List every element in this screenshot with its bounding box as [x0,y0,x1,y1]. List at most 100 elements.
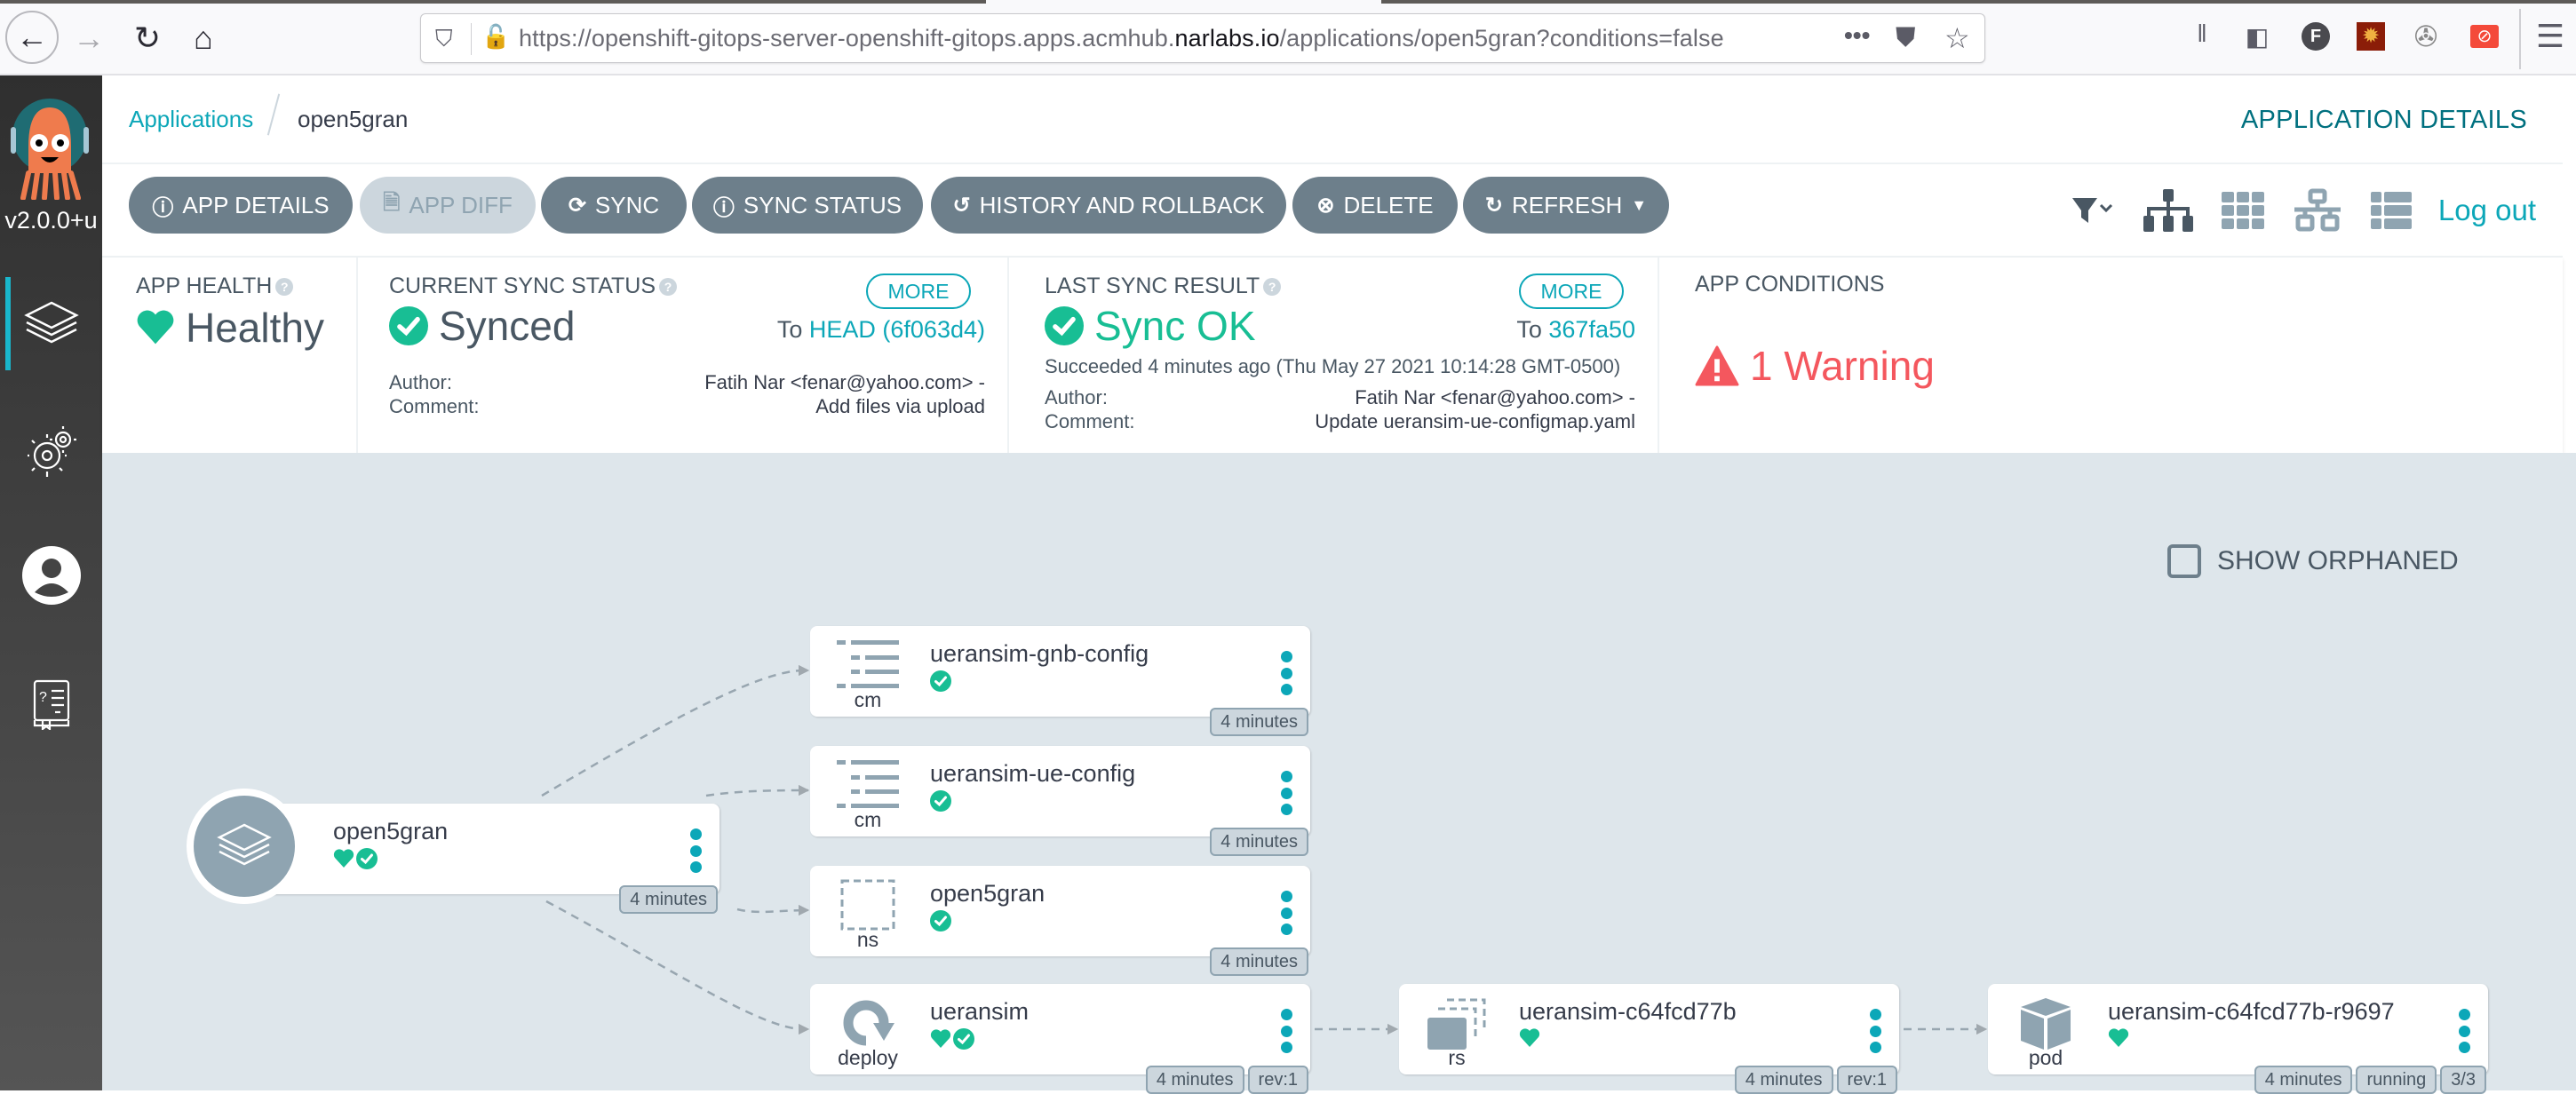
heart-icon [137,310,174,345]
node-kind: cm [854,688,882,711]
list-view-icon[interactable] [2369,190,2413,231]
show-orphaned-label: SHOW ORPHANED [2217,546,2459,575]
refresh-button[interactable]: ↻ REFRESH ▼ [1463,177,1669,234]
node-tags: 4 minutes [1210,828,1308,856]
comment-value: Add files via upload [815,395,985,417]
reload-button[interactable]: ↻ [124,15,171,61]
heart-icon [333,849,354,868]
tracking-shield-icon[interactable]: ⛉ [435,25,457,52]
last-sync-target: To 367fa50 [1516,316,1635,343]
node-menu-button[interactable] [1278,771,1294,815]
sidebar-item-applications[interactable] [0,277,102,370]
logout-link[interactable]: Log out [2438,194,2536,227]
check-circle-icon [930,790,951,812]
check-circle-icon [953,1028,974,1050]
extension-video-blocked-icon[interactable]: ⊘ [2468,20,2501,53]
pods-view-icon[interactable] [2220,190,2266,231]
extension-f-icon[interactable]: F [2299,20,2333,53]
page-actions-menu[interactable]: ••• [1844,21,1870,50]
forward-button[interactable]: → [66,15,112,61]
extension-sun-icon[interactable]: ✹ [2354,20,2388,53]
node-menu-button[interactable] [1278,1009,1294,1053]
revision-tag: rev:1 [1836,1066,1897,1094]
author-value: Fatih Nar <fenar@yahoo.com> - [1355,386,1635,408]
show-orphaned-toggle[interactable]: SHOW ORPHANED [2167,544,2459,578]
node-tags: 4 minutes rev:1 [1734,1066,1897,1094]
sync-status: Synced [389,302,575,350]
sidebar-item-settings[interactable] [0,404,102,497]
check-circle-icon [930,910,951,931]
breadcrumb-applications[interactable]: Applications [129,106,253,133]
resource-node-pod[interactable]: pod ueransim-c64fcd77b-r9697 4 minutes ru… [1988,984,2488,1094]
age-tag: 4 minutes [2254,1066,2353,1094]
app-conditions-section: APP CONDITIONS 1 Warning [1659,258,2281,453]
node-status [930,790,951,812]
node-menu-button[interactable] [1278,891,1294,935]
sync-status-button[interactable]: ⓘ SYNC STATUS [692,177,923,234]
check-circle-icon [930,670,951,692]
help-icon[interactable]: ? [275,278,294,297]
sidebar-item-user-info[interactable] [0,528,102,622]
pocket-icon[interactable]: ⛊ [1896,23,1916,53]
insecure-lock-icon[interactable]: 🔓 [481,23,510,51]
replicaset-icon [1417,996,1497,1050]
argo-logo[interactable] [9,93,91,201]
app-diff-button[interactable]: 🗎 APP DIFF [360,177,536,234]
hamburger-menu-icon[interactable]: ☰ [2533,18,2567,54]
node-kind: rs [1448,1046,1466,1069]
last-sync-more-button[interactable]: MORE [1519,274,1624,309]
sidebar-item-docs[interactable]: ? [0,657,102,750]
url-text[interactable]: https://openshift-gitops-server-openshif… [519,25,1724,52]
tree-view-icon[interactable] [2142,187,2195,234]
library-icon[interactable]: 𝍪 [2185,20,2219,53]
help-icon[interactable]: ? [1263,278,1282,297]
sync-icon: ⟳ [568,193,586,218]
last-sync-section: LAST SYNC RESULT? MORE Sync OK To 367fa5… [1009,258,1659,453]
node-menu-button[interactable] [1867,1009,1883,1053]
extension-film-reel-icon[interactable]: ✇ [2409,20,2443,53]
sync-status-label: CURRENT SYNC STATUS [389,274,656,298]
node-tags: 4 minutes [619,885,718,914]
check-circle-icon [389,306,428,345]
tab-strip [0,0,2576,4]
network-view-icon[interactable] [2291,188,2344,233]
toolbar-divider [2519,9,2521,69]
resource-node-ns[interactable]: ns open5gran 4 minutes [810,866,1310,976]
comment-label: Comment: [389,395,480,417]
resource-node-cm-gnb[interactable]: cm ueransim-gnb-config 4 minutes [810,626,1310,736]
active-tab[interactable] [986,0,1381,4]
node-menu-button[interactable] [2456,1009,2472,1053]
author-value: Fatih Nar <fenar@yahoo.com> - [704,371,985,393]
show-orphaned-checkbox[interactable] [2167,544,2201,578]
edge-app-cm2 [705,784,810,797]
help-icon[interactable]: ? [659,278,678,297]
node-menu-button[interactable] [1278,651,1294,695]
node-menu-button[interactable] [688,828,704,873]
bookmark-star-icon[interactable]: ☆ [1944,21,1970,55]
gears-icon [27,425,76,477]
current-sync-section: CURRENT SYNC STATUS? MORE Synced To HEAD… [358,258,1009,453]
home-button[interactable]: ⌂ [180,15,227,61]
age-tag: 4 minutes [619,885,718,914]
app-icon-circle[interactable] [187,789,302,904]
sidebar: v2.0.0+u ? [0,75,102,1090]
sync-more-button[interactable]: MORE [866,274,971,309]
resource-node-cm-ue[interactable]: cm ueransim-ue-config 4 minutes [810,746,1310,856]
last-sync-revision-link[interactable]: 367fa50 [1548,316,1635,343]
sync-button[interactable]: ⟳ SYNC [541,177,687,234]
filter-icon[interactable] [2071,193,2117,228]
conditions-warning[interactable]: 1 Warning [1695,342,1935,390]
sidebar-toggle-icon[interactable]: ◧ [2240,20,2274,53]
url-bar[interactable]: ⛉ 🔓 https://openshift-gitops-server-open… [420,13,1985,63]
app-node[interactable]: open5gran 4 minutes [244,804,720,914]
node-name: ueransim [930,998,1030,1025]
back-button[interactable]: ← [5,11,59,64]
app-details-button[interactable]: ⓘ APP DETAILS [129,177,353,234]
delete-button[interactable]: ⊗ DELETE [1292,177,1458,234]
resource-node-deploy[interactable]: deploy ueransim 4 minutes rev:1 [810,984,1310,1094]
history-rollback-button[interactable]: ↺ HISTORY AND ROLLBACK [931,177,1286,234]
main-content: Applications open5gran APPLICATION DETAI… [102,75,2576,1094]
resource-node-rs[interactable]: rs ueransim-c64fcd77b 4 minutes rev:1 [1399,984,1899,1094]
last-sync-status: Sync OK [1045,302,1256,350]
sync-revision-link[interactable]: HEAD (6f063d4) [809,316,985,343]
